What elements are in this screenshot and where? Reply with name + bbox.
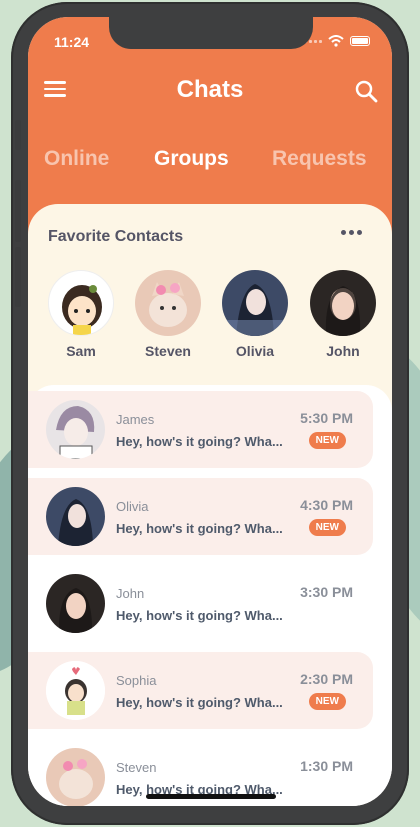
avatar [135, 270, 201, 336]
status-icons [304, 35, 370, 47]
avatar [46, 661, 105, 720]
wifi-icon [328, 35, 344, 47]
contact-name: Olivia [235, 343, 275, 359]
favorite-contact-steven[interactable]: Steven [134, 270, 202, 359]
chat-sender-name: Steven [116, 760, 157, 775]
chat-sender-name: Olivia [116, 499, 149, 514]
favorite-contact-john[interactable]: John [309, 270, 377, 359]
chat-item-sophia[interactable]: Sophia Hey, how's it going? Wha... 2:30 … [28, 652, 373, 729]
search-icon[interactable] [354, 79, 378, 103]
favorite-contact-olivia[interactable]: Olivia [221, 270, 289, 359]
avatar [310, 270, 376, 336]
chat-time: 3:30 PM [300, 584, 353, 600]
chat-preview: Hey, how's it going? Wha... [116, 608, 283, 623]
contact-name: Steven [145, 343, 191, 359]
tab-online[interactable]: Online [44, 147, 109, 171]
chat-list: James Hey, how's it going? Wha... 5:30 P… [28, 385, 392, 806]
home-indicator[interactable] [146, 794, 276, 799]
more-options-icon[interactable] [341, 230, 362, 235]
new-badge: NEW [308, 519, 346, 536]
tab-groups[interactable]: Groups [154, 147, 229, 171]
chat-time: 2:30 PM [300, 671, 353, 687]
chat-item-james[interactable]: James Hey, how's it going? Wha... 5:30 P… [28, 391, 373, 468]
page-title: Chats [176, 76, 244, 103]
avatar [46, 574, 105, 633]
chat-item-john[interactable]: John Hey, how's it going? Wha... 3:30 PM [28, 565, 373, 642]
phone-mute-button [15, 120, 21, 150]
chat-preview: Hey, how's it going? Wha... [116, 695, 283, 710]
chat-sender-name: James [116, 412, 155, 427]
favorite-contact-sam[interactable]: Sam [47, 270, 115, 359]
chat-sender-name: John [116, 586, 145, 601]
contact-name: John [326, 343, 360, 359]
favorite-contacts-title: Favorite Contacts [48, 228, 184, 245]
chat-time: 5:30 PM [300, 410, 353, 426]
chat-time: 4:30 PM [300, 497, 353, 513]
phone-volume-up-button [15, 180, 21, 242]
tab-requests[interactable]: Requests [272, 147, 367, 171]
phone-notch [109, 17, 313, 49]
chat-preview: Hey, how's it going? Wha... [116, 521, 283, 536]
chat-sender-name: Sophia [116, 673, 157, 688]
app-screen: 11:24 Chats Online Groups Requests Favor… [28, 17, 392, 806]
chat-preview: Hey, how's it going? Wha... [116, 434, 283, 449]
phone-volume-down-button [15, 247, 21, 307]
avatar [48, 270, 114, 336]
contact-name: Sam [66, 343, 96, 359]
tab-bar: Online Groups Requests [28, 147, 392, 177]
status-time: 11:24 [54, 34, 90, 50]
avatar [46, 487, 105, 546]
avatar [46, 400, 105, 459]
battery-icon [350, 36, 370, 46]
chat-time: 1:30 PM [300, 758, 353, 774]
avatar [222, 270, 288, 336]
chat-item-olivia[interactable]: Olivia Hey, how's it going? Wha... 4:30 … [28, 478, 373, 555]
new-badge: NEW [308, 693, 346, 710]
new-badge: NEW [308, 432, 346, 449]
avatar [46, 748, 105, 806]
